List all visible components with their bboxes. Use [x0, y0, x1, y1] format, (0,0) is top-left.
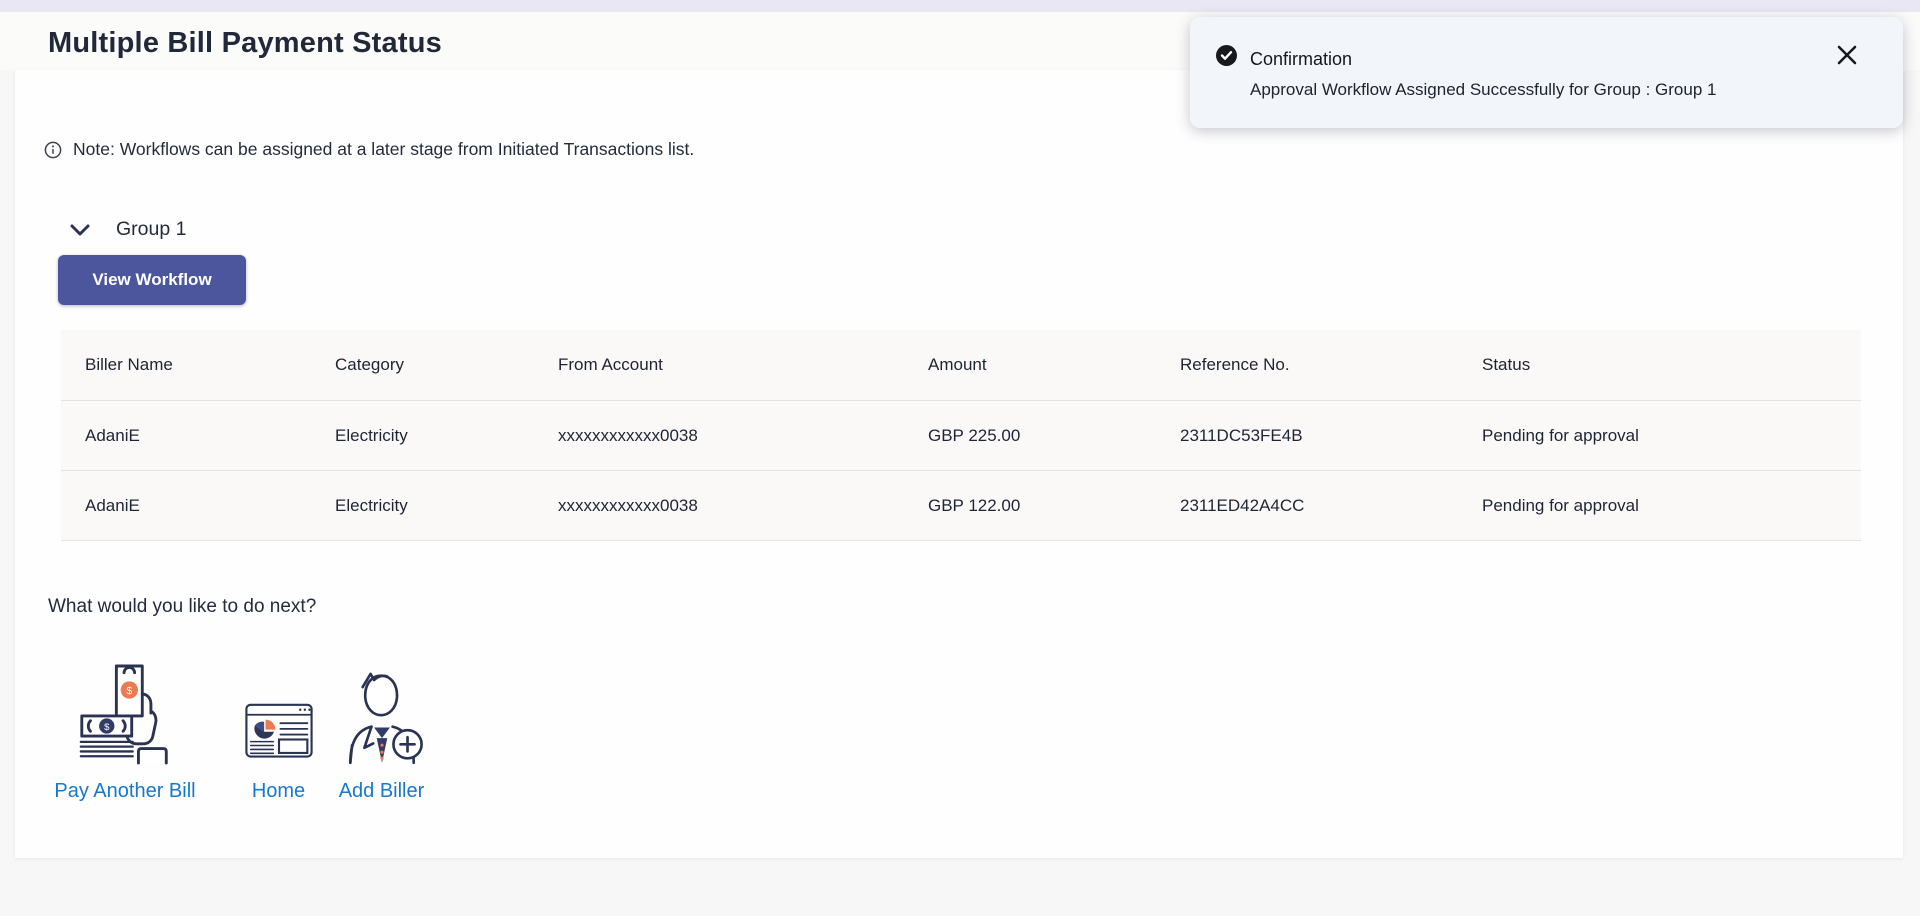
cell-amount: GBP 122.00 — [904, 471, 1156, 540]
add-biller-link[interactable]: Add Biller — [334, 655, 429, 803]
cell-biller-name: AdaniE — [61, 471, 311, 540]
table-row: AdaniE Electricity xxxxxxxxxxxx0038 GBP … — [61, 400, 1861, 470]
cell-status: Pending for approval — [1458, 401, 1861, 470]
quick-link-label[interactable]: Pay Another Bill — [54, 780, 195, 803]
cell-from-account: xxxxxxxxxxxx0038 — [534, 401, 904, 470]
pay-another-bill-link[interactable]: $ $ Pay Another Bill — [45, 655, 205, 803]
content-card: Note: Workflows can be assigned at a lat… — [15, 70, 1903, 858]
page-title: Multiple Bill Payment Status — [48, 27, 442, 60]
cell-amount: GBP 225.00 — [904, 401, 1156, 470]
quick-links-row: $ $ Pay Another Bill — [45, 655, 429, 803]
group-label: Group 1 — [116, 218, 186, 241]
payment-status-table: Biller Name Category From Account Amount… — [61, 330, 1861, 541]
group-accordion-header[interactable]: Group 1 — [70, 218, 186, 241]
cell-from-account: xxxxxxxxxxxx0038 — [534, 471, 904, 540]
pay-bill-icon: $ $ — [77, 655, 173, 767]
column-header-category: Category — [311, 330, 534, 400]
quick-link-label[interactable]: Home — [252, 780, 305, 803]
cell-biller-name: AdaniE — [61, 401, 311, 470]
column-header-amount: Amount — [904, 330, 1156, 400]
check-circle-icon — [1216, 45, 1237, 66]
view-workflow-button[interactable]: View Workflow — [58, 255, 246, 305]
chevron-down-icon[interactable] — [70, 224, 90, 236]
cell-category: Electricity — [311, 401, 534, 470]
svg-text:$: $ — [126, 685, 132, 697]
quick-link-label[interactable]: Add Biller — [339, 780, 425, 803]
top-accent-strip — [0, 0, 1920, 12]
next-question-text: What would you like to do next? — [48, 596, 316, 618]
add-biller-icon — [338, 655, 426, 767]
cell-category: Electricity — [311, 471, 534, 540]
home-link[interactable]: Home — [241, 655, 316, 803]
home-dashboard-icon — [245, 655, 313, 767]
toast-title: Confirmation — [1250, 49, 1352, 70]
note-row: Note: Workflows can be assigned at a lat… — [44, 139, 694, 160]
confirmation-toast: Confirmation Approval Workflow Assigned … — [1190, 17, 1903, 128]
close-icon[interactable] — [1835, 43, 1859, 67]
toast-message: Approval Workflow Assigned Successfully … — [1250, 80, 1716, 100]
svg-text:$: $ — [104, 722, 110, 733]
info-icon — [44, 141, 62, 159]
table-header-row: Biller Name Category From Account Amount… — [61, 330, 1861, 400]
column-header-status: Status — [1458, 330, 1861, 400]
cell-reference-no: 2311ED42A4CC — [1156, 471, 1458, 540]
table-row: AdaniE Electricity xxxxxxxxxxxx0038 GBP … — [61, 470, 1861, 540]
column-header-from-account: From Account — [534, 330, 904, 400]
multiple-bill-payment-status-screen: Multiple Bill Payment Status Note: Workf… — [0, 0, 1920, 916]
column-header-reference-no: Reference No. — [1156, 330, 1458, 400]
column-header-biller-name: Biller Name — [61, 330, 311, 400]
cell-reference-no: 2311DC53FE4B — [1156, 401, 1458, 470]
cell-status: Pending for approval — [1458, 471, 1861, 540]
note-text: Note: Workflows can be assigned at a lat… — [73, 139, 694, 160]
